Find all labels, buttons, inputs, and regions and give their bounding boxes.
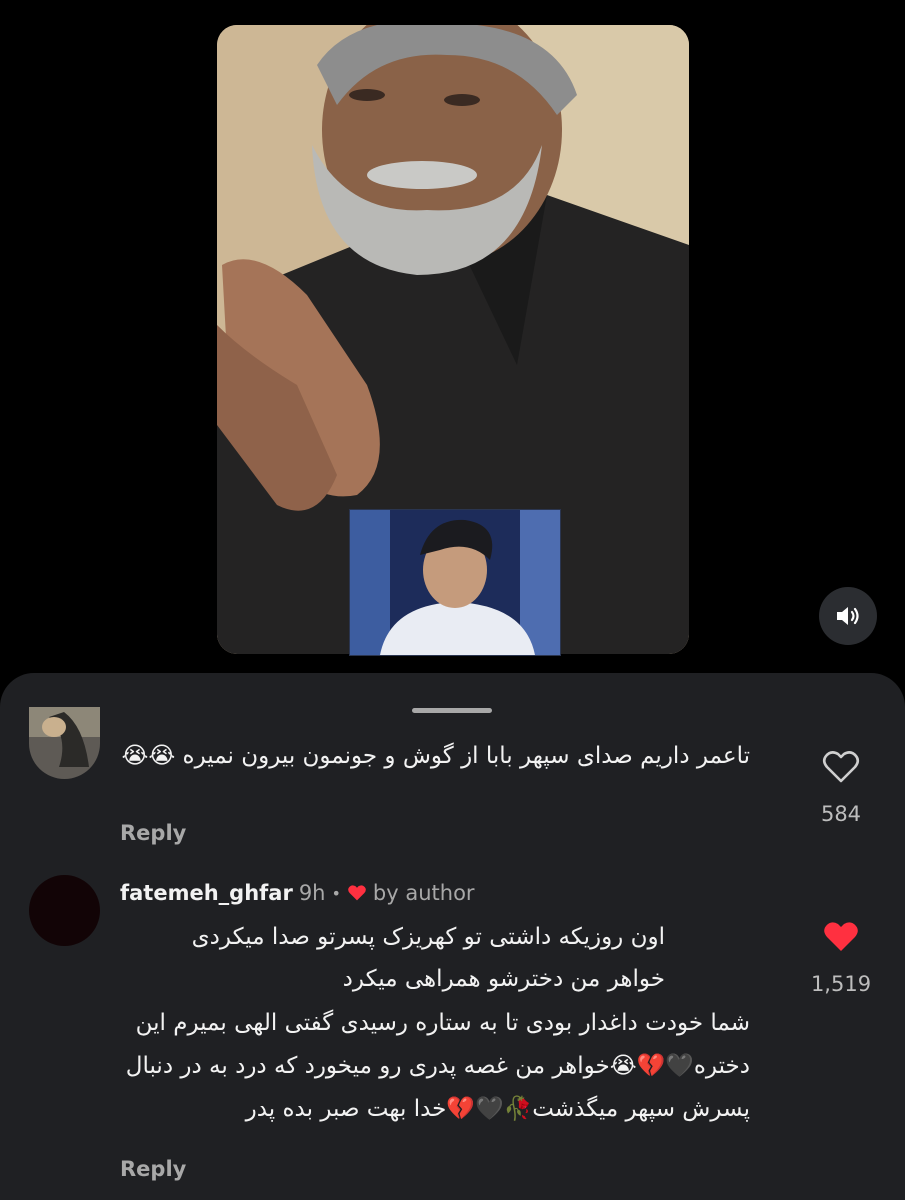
comment-meta: fatemeh_ghfar 9h • by author [120, 881, 475, 905]
avatar[interactable] [29, 875, 100, 946]
video-area [0, 0, 905, 680]
avatar[interactable] [29, 707, 100, 779]
like-count: 584 [820, 802, 862, 826]
comment-text: تاعمر داریم صدای سپهر بابا از گوش و جونم… [121, 743, 750, 769]
heart-outline-icon [822, 751, 860, 783]
separator-dot: • [331, 883, 341, 903]
speaker-icon [837, 607, 859, 625]
avatar-image [29, 707, 100, 779]
comment-text-line: اون روزیکه داشتی تو کهریزک پسرتو صدا میک… [191, 924, 665, 950]
comment-text-line: شما خودت داغدار بودی تا به ستاره رسیدی گ… [125, 1010, 750, 1122]
heart-filled-icon [824, 922, 858, 951]
author-heart-icon [348, 885, 366, 901]
comment-username[interactable]: fatemeh_ghfar [120, 881, 293, 905]
comment-text-line: خواهر من دخترشو همراهی میکرد [342, 966, 665, 992]
reply-button[interactable]: Reply [120, 1157, 186, 1181]
pip-image [350, 510, 560, 655]
by-author-label: by author [372, 881, 475, 905]
like-count: 1,519 [810, 972, 872, 996]
pip-video-thumbnail[interactable] [349, 509, 561, 656]
sound-toggle-button[interactable] [819, 587, 877, 645]
reply-button[interactable]: Reply [120, 821, 186, 845]
sheet-drag-handle[interactable] [412, 708, 492, 713]
like-button[interactable] [822, 920, 860, 958]
comments-sheet: تاعمر داریم صدای سپهر بابا از گوش و جونم… [0, 673, 905, 1200]
comment-time: 9h [298, 881, 326, 905]
like-button[interactable] [822, 750, 860, 788]
